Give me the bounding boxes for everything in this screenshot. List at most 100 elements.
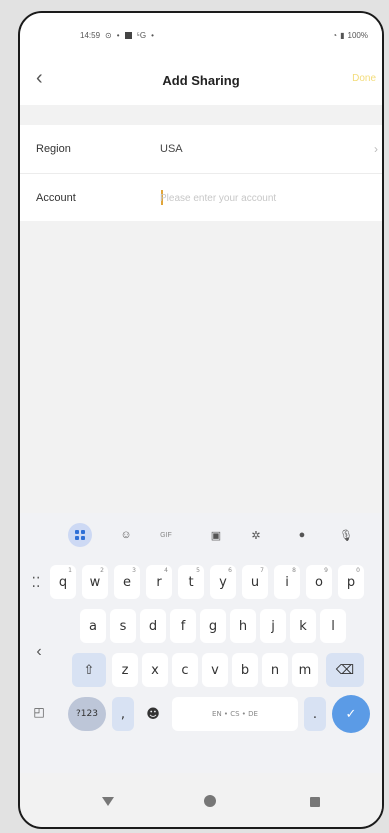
status-left: 14:59 ⊙ • ⁵G • (80, 31, 154, 40)
key-label: g (208, 618, 218, 634)
sticker-icon[interactable]: ☺ (116, 525, 136, 545)
key-label: h (238, 618, 248, 634)
symbols-key[interactable]: ?123 (68, 697, 106, 731)
palette-icon[interactable]: ● (292, 525, 312, 545)
key-p[interactable]: p0 (338, 565, 364, 599)
key-label: r (156, 574, 162, 590)
keyboard-toolbar: ☺ GIF ▣ ✲ ● 🎙 (20, 513, 382, 557)
key-alt-label: 3 (132, 567, 136, 574)
gallery-icon (124, 32, 132, 39)
key-label: m (298, 662, 312, 678)
status-right: ◔ ▮ 100% (332, 31, 368, 40)
microphone-icon[interactable]: 🎙 (336, 525, 356, 545)
period-label: . (312, 706, 318, 722)
key-alt-label: 7 (260, 567, 264, 574)
key-label: a (89, 618, 97, 634)
notification-icon: ⊙ (105, 31, 112, 40)
battery-icon: ▮ (340, 31, 345, 40)
key-label: c (181, 662, 189, 678)
battery-percent: 100% (347, 31, 368, 40)
key-label: k (299, 618, 307, 634)
key-d[interactable]: d (140, 609, 166, 643)
key-label: n (270, 662, 280, 678)
key-j[interactable]: j (260, 609, 286, 643)
key-f[interactable]: f (170, 609, 196, 643)
key-label: d (148, 618, 158, 634)
emoji-key[interactable]: ☻ (140, 697, 166, 731)
key-q[interactable]: q1 (50, 565, 76, 599)
space-key[interactable]: EN • CS • DE (172, 697, 298, 731)
clipboard-icon[interactable]: ▣ (206, 525, 226, 545)
wifi-icon: ◔ (332, 31, 338, 40)
shift-key[interactable]: ⇧ (72, 653, 106, 687)
page-title: Add Sharing (162, 72, 240, 88)
apps-grid-icon[interactable] (68, 523, 92, 547)
key-t[interactable]: t5 (178, 565, 204, 599)
key-n[interactable]: n (262, 653, 288, 687)
collapse-left-icon[interactable]: ‹ (26, 635, 52, 669)
region-label: Region (36, 143, 71, 155)
key-s[interactable]: s (110, 609, 136, 643)
key-m[interactable]: m (292, 653, 318, 687)
network-label: ⁵G (136, 31, 147, 40)
app-header: ‹ Add Sharing Done (20, 55, 382, 105)
key-v[interactable]: v (202, 653, 228, 687)
symbols-label: ?123 (76, 709, 98, 719)
key-label: l (331, 618, 335, 634)
region-row[interactable]: Region USA › (20, 125, 382, 173)
soft-keyboard: ☺ GIF ▣ ✲ ● 🎙 ⁚⁚ ‹ ◰ q1 w2 e3 r4 t5 y6 u… (20, 513, 382, 773)
key-y[interactable]: y6 (210, 565, 236, 599)
key-x[interactable]: x (142, 653, 168, 687)
key-label: i (285, 574, 289, 590)
key-label: t (188, 574, 194, 590)
comma-key[interactable]: , (112, 697, 134, 731)
key-r[interactable]: r4 (146, 565, 172, 599)
account-input[interactable] (160, 189, 360, 207)
nav-home-icon[interactable] (204, 795, 216, 807)
gif-button[interactable]: GIF (156, 525, 176, 545)
shift-icon: ⇧ (83, 662, 95, 678)
key-alt-label: 1 (68, 567, 72, 574)
key-label: s (119, 618, 127, 634)
key-alt-label: 0 (356, 567, 360, 574)
key-label: q (58, 574, 68, 590)
key-label: x (151, 662, 159, 678)
key-u[interactable]: u7 (242, 565, 268, 599)
region-value: USA (160, 143, 183, 155)
key-label: f (180, 618, 186, 634)
nav-recents-icon[interactable] (310, 797, 320, 807)
done-button[interactable]: Done (352, 73, 376, 84)
key-w[interactable]: w2 (82, 565, 108, 599)
system-nav-bar (20, 773, 382, 827)
dot-icon: • (116, 31, 120, 40)
floating-mode-icon[interactable]: ◰ (28, 695, 50, 729)
key-a[interactable]: a (80, 609, 106, 643)
period-key[interactable]: . (304, 697, 326, 731)
keyboard-menu-icon[interactable]: ⁚⁚ (26, 565, 46, 599)
key-label: o (315, 574, 323, 590)
backspace-key[interactable]: ⌫ (326, 653, 364, 687)
key-c[interactable]: c (172, 653, 198, 687)
back-arrow-icon[interactable]: ‹ (36, 67, 43, 90)
nav-back-icon[interactable] (102, 797, 114, 806)
key-alt-label: 4 (164, 567, 168, 574)
key-h[interactable]: h (230, 609, 256, 643)
sharing-form: Region USA › Account (20, 125, 382, 221)
key-k[interactable]: k (290, 609, 316, 643)
account-label: Account (36, 191, 76, 204)
emoji-icon: ☻ (146, 706, 160, 722)
key-e[interactable]: e3 (114, 565, 140, 599)
key-label: v (211, 662, 219, 678)
key-z[interactable]: z (112, 653, 138, 687)
enter-key[interactable]: ✓ (332, 695, 370, 733)
settings-icon[interactable]: ✲ (246, 525, 266, 545)
key-i[interactable]: i8 (274, 565, 300, 599)
key-b[interactable]: b (232, 653, 258, 687)
key-alt-label: 5 (196, 567, 200, 574)
key-label: p (346, 574, 356, 590)
key-o[interactable]: o9 (306, 565, 332, 599)
status-bar: 14:59 ⊙ • ⁵G • ◔ ▮ 100% (20, 13, 382, 55)
key-label: e (123, 574, 131, 590)
key-g[interactable]: g (200, 609, 226, 643)
key-l[interactable]: l (320, 609, 346, 643)
